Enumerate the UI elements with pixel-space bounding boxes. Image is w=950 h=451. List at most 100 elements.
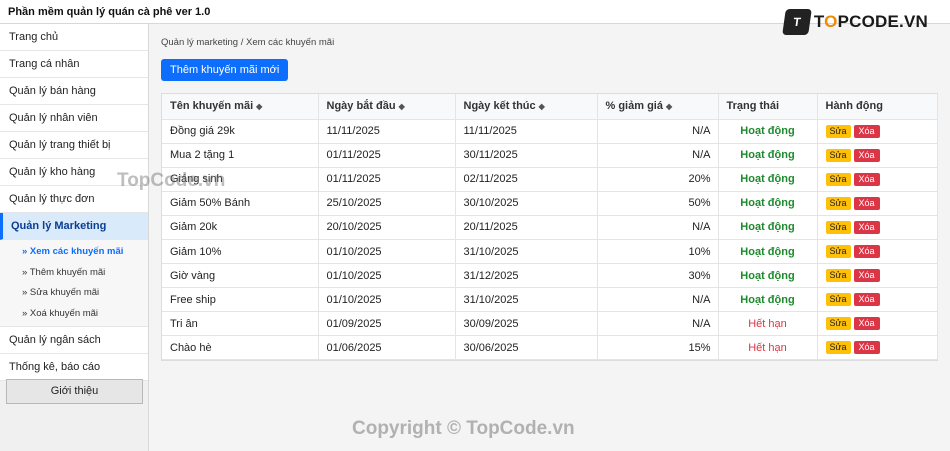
discount-value: 50% — [597, 191, 719, 216]
start-date: 01/06/2025 — [318, 335, 456, 361]
delete-button[interactable]: Xóa — [853, 293, 880, 307]
column-header-name[interactable]: Tên khuyến mãi ◆ — [162, 94, 319, 120]
submenu-view-promotions[interactable]: » Xem các khuyến mãi — [0, 242, 148, 263]
start-date: 01/10/2025 — [318, 287, 456, 313]
status-cell: Hoạt động — [718, 191, 818, 216]
delete-button[interactable]: Xóa — [853, 341, 880, 355]
table-row: Chào hè 01/06/2025 30/06/2025 15% Hết hạn Sửa… — [162, 335, 938, 361]
sidebar: Trang chủ Trang cá nhân Quản lý bán hàng… — [0, 24, 149, 451]
end-date: 30/11/2025 — [455, 143, 598, 168]
submenu-edit-promotion[interactable]: » Sửa khuyến mãi — [0, 283, 148, 304]
end-date: 30/06/2025 — [455, 335, 598, 361]
promotion-name: Giảm 50% Bánh — [162, 191, 319, 216]
sort-icon: ◆ — [538, 102, 545, 112]
table-row: Giảm 50% Bánh 25/10/2025 30/10/2025 50% Hoạt… — [162, 191, 938, 216]
edit-button[interactable]: Sửa — [825, 293, 851, 307]
end-date: 31/10/2025 — [455, 239, 598, 265]
sidebar-item-budget[interactable]: Quản lý ngân sách — [0, 327, 148, 354]
sidebar-item-profile[interactable]: Trang cá nhân — [0, 51, 148, 78]
delete-button[interactable]: Xóa — [853, 317, 880, 331]
end-date: 30/09/2025 — [455, 311, 598, 337]
promotions-table: Tên khuyến mãi ◆ Ngày bắt đầu ◆ Ngày kết t… — [162, 94, 938, 361]
column-header-discount[interactable]: % giảm giá ◆ — [597, 94, 719, 120]
discount-value: N/A — [597, 143, 719, 168]
sort-icon: ◆ — [256, 102, 263, 112]
edit-button[interactable]: Sửa — [825, 341, 851, 355]
discount-value: N/A — [597, 287, 719, 313]
sidebar-item-home[interactable]: Trang chủ — [0, 24, 148, 51]
discount-value: 10% — [597, 239, 719, 265]
table-row: Free ship 01/10/2025 31/10/2025 N/A Hoạt độn… — [162, 287, 938, 313]
end-date: 20/11/2025 — [455, 215, 598, 240]
table-header-row: Tên khuyến mãi ◆ Ngày bắt đầu ◆ Ngày kết t… — [162, 94, 938, 120]
status-cell: Hoạt động — [718, 287, 818, 313]
actions-cell: Sửa Xóa — [817, 287, 938, 313]
submenu-delete-promotion[interactable]: » Xoá khuyến mãi — [0, 304, 148, 325]
start-date: 25/10/2025 — [318, 191, 456, 216]
status-badge: Hoạt động — [740, 173, 795, 186]
table-row: Đồng giá 29k 11/11/2025 11/11/2025 N/A Hoạt … — [162, 119, 938, 144]
promotion-name: Chào hè — [162, 335, 319, 361]
promotion-name: Tri ân — [162, 311, 319, 337]
sidebar-item-reports[interactable]: Thống kê, báo cáo — [0, 354, 148, 381]
status-badge: Hết hạn — [748, 317, 787, 330]
discount-value: 20% — [597, 167, 719, 192]
promotion-name: Đồng giá 29k — [162, 119, 319, 144]
submenu-add-promotion[interactable]: » Thêm khuyến mãi — [0, 263, 148, 284]
sidebar-item-equipment[interactable]: Quản lý trang thiết bị — [0, 132, 148, 159]
actions-cell: Sửa Xóa — [817, 239, 938, 265]
table-row: Giảm 10% 01/10/2025 31/10/2025 10% Hoạt động… — [162, 239, 938, 265]
sidebar-item-staff[interactable]: Quản lý nhân viên — [0, 105, 148, 132]
delete-button[interactable]: Xóa — [853, 269, 880, 283]
actions-cell: Sửa Xóa — [817, 143, 938, 168]
promotion-name: Free ship — [162, 287, 319, 313]
status-badge: Hoạt động — [740, 149, 795, 162]
edit-button[interactable]: Sửa — [825, 317, 851, 331]
status-badge: Hoạt động — [740, 269, 795, 282]
delete-button[interactable]: Xóa — [853, 148, 880, 162]
delete-button[interactable]: Xóa — [853, 172, 880, 186]
status-cell: Hoạt động — [718, 215, 818, 240]
edit-button[interactable]: Sửa — [825, 148, 851, 162]
column-header-status: Trạng thái — [718, 94, 818, 120]
column-header-end[interactable]: Ngày kết thúc ◆ — [455, 94, 598, 120]
status-cell: Hoạt động — [718, 119, 818, 144]
status-cell: Hoạt động — [718, 167, 818, 192]
table-row: Giờ vàng 01/10/2025 31/12/2025 30% Hoạt động… — [162, 263, 938, 289]
table-row: Mua 2 tặng 1 01/11/2025 30/11/2025 N/A Hoạt … — [162, 143, 938, 168]
add-promotion-button[interactable]: Thêm khuyến mãi mới — [161, 59, 289, 81]
status-badge: Hết hạn — [748, 341, 787, 354]
actions-cell: Sửa Xóa — [817, 311, 938, 337]
actions-cell: Sửa Xóa — [817, 167, 938, 192]
end-date: 30/10/2025 — [455, 191, 598, 216]
status-cell: Hoạt động — [718, 239, 818, 265]
status-badge: Hoạt động — [740, 221, 795, 234]
delete-button[interactable]: Xóa — [853, 196, 880, 210]
status-cell: Hết hạn — [718, 311, 818, 337]
table-row: Giáng sinh 01/11/2025 02/11/2025 20% Hoạt độ… — [162, 167, 938, 192]
delete-button[interactable]: Xóa — [853, 220, 880, 234]
start-date: 01/10/2025 — [318, 263, 456, 289]
edit-button[interactable]: Sửa — [825, 245, 851, 259]
intro-button[interactable]: Giới thiệu — [6, 379, 143, 404]
edit-button[interactable]: Sửa — [825, 196, 851, 210]
column-header-start[interactable]: Ngày bắt đầu ◆ — [318, 94, 456, 120]
promotion-name: Giảm 20k — [162, 215, 319, 240]
promotion-name: Mua 2 tặng 1 — [162, 143, 319, 168]
delete-button[interactable]: Xóa — [853, 245, 880, 259]
end-date: 31/10/2025 — [455, 287, 598, 313]
edit-button[interactable]: Sửa — [825, 172, 851, 186]
delete-button[interactable]: Xóa — [853, 124, 880, 138]
edit-button[interactable]: Sửa — [825, 124, 851, 138]
sidebar-item-sales[interactable]: Quản lý bán hàng — [0, 78, 148, 105]
status-badge: Hoạt động — [740, 197, 795, 210]
sidebar-item-marketing[interactable]: Quản lý Marketing — [0, 213, 148, 240]
start-date: 01/11/2025 — [318, 167, 456, 192]
start-date: 01/10/2025 — [318, 239, 456, 265]
edit-button[interactable]: Sửa — [825, 269, 851, 283]
app-title: Phần mềm quản lý quán cà phê ver 1.0 — [8, 6, 211, 18]
status-cell: Hoạt động — [718, 143, 818, 168]
discount-value: N/A — [597, 311, 719, 337]
edit-button[interactable]: Sửa — [825, 220, 851, 234]
discount-value: N/A — [597, 119, 719, 144]
